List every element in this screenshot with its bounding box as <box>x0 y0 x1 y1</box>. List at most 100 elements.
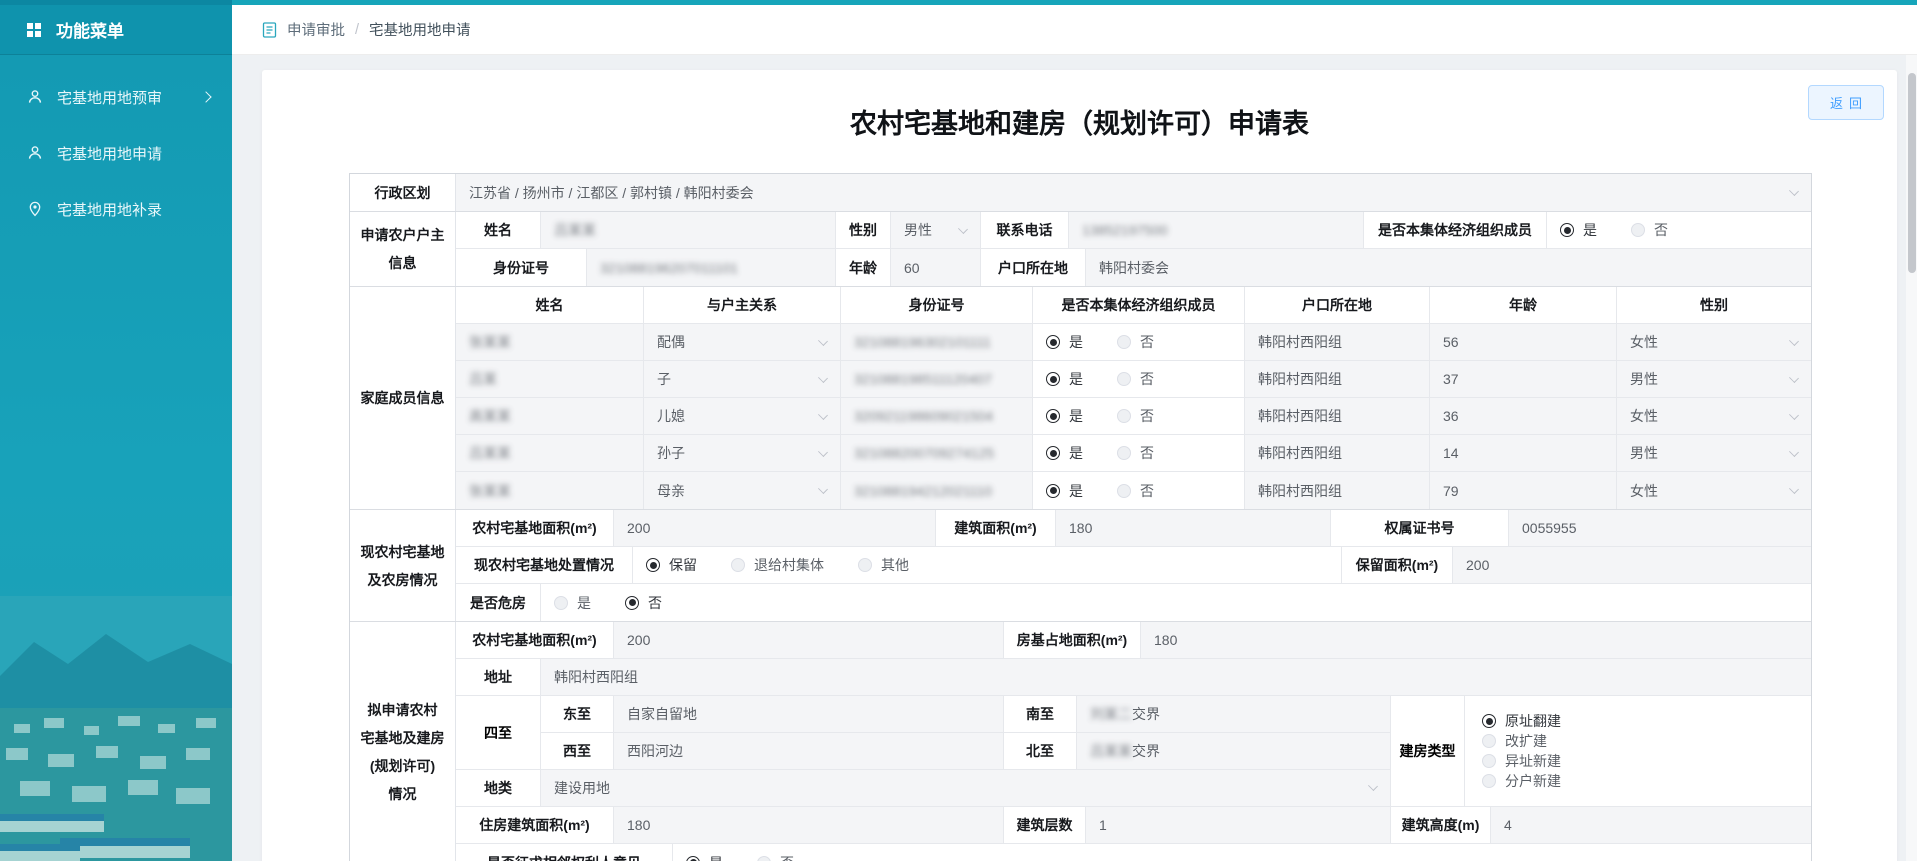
member-place-input[interactable]: 韩阳村西阳组 <box>1245 324 1430 360</box>
radio-label: 退给村集体 <box>754 555 824 575</box>
family-member-row: 张某某 配偶 321088196302101111 是 否 韩阳村西阳组 56 … <box>456 324 1811 361</box>
section-label: 家庭成员信息 <box>350 287 456 509</box>
address-input[interactable]: 韩阳村西阳组 <box>541 659 1811 695</box>
name-value: 吕某某 <box>554 220 596 240</box>
radio-yes[interactable]: 是 <box>1046 369 1083 389</box>
neighbor-consent-label: 是否征求相邻权利人意见 <box>456 844 673 861</box>
sidebar-item-application[interactable]: 宅基地用地申请 <box>0 125 232 181</box>
south-input[interactable]: 刘某二交界 <box>1077 696 1390 732</box>
radio-new-site[interactable]: 异址新建 <box>1482 752 1811 771</box>
east-value: 自家自留地 <box>627 704 697 724</box>
member-gender-select[interactable]: 女性 <box>1617 398 1811 434</box>
section-label: 行政区划 <box>350 174 456 211</box>
member-age-input[interactable]: 79 <box>1430 472 1617 509</box>
member-name-input[interactable]: 吕某 <box>456 361 644 397</box>
radio-yes[interactable]: 是 <box>1560 220 1597 240</box>
build-area-input[interactable]: 180 <box>1056 510 1331 546</box>
radio-no[interactable]: 否 <box>1631 220 1668 240</box>
member-name-input[interactable]: 张某某 <box>456 324 644 360</box>
radio-yes[interactable]: 是 <box>1046 332 1083 352</box>
member-place-input[interactable]: 韩阳村西阳组 <box>1245 472 1430 509</box>
radio-no[interactable]: 否 <box>1117 332 1154 352</box>
age-input[interactable]: 60 <box>891 249 981 286</box>
breadcrumb-item[interactable]: 申请审批 <box>287 19 345 40</box>
member-relation-select[interactable]: 孙子 <box>644 435 841 471</box>
scrollbar-thumb[interactable] <box>1908 73 1916 273</box>
gender-select[interactable]: 男性 <box>891 212 981 248</box>
radio-label: 其他 <box>881 555 909 575</box>
sidebar-item-supplement[interactable]: 宅基地用地补录 <box>0 181 232 237</box>
section-label: 拟申请农村 宅基地及建房 (规划许可) 情况 <box>350 622 456 861</box>
member-gender-select[interactable]: 女性 <box>1617 472 1811 509</box>
radio-no[interactable]: 否 <box>1117 443 1154 463</box>
radio-no[interactable]: 否 <box>1117 369 1154 389</box>
base-area-input[interactable]: 180 <box>1141 622 1811 658</box>
member-place-input[interactable]: 韩阳村西阳组 <box>1245 361 1430 397</box>
radio-label: 否 <box>1654 220 1668 240</box>
radio-yes[interactable]: 是 <box>1046 443 1083 463</box>
north-input[interactable]: 吕某某交界 <box>1077 733 1390 770</box>
member-relation-select[interactable]: 子 <box>644 361 841 397</box>
floors-input[interactable]: 1 <box>1086 807 1391 843</box>
radio-yes[interactable]: 是 <box>554 593 591 613</box>
age-label: 年龄 <box>836 249 891 286</box>
radio-label: 否 <box>1140 443 1154 463</box>
radio-return[interactable]: 退给村集体 <box>731 555 824 575</box>
member-place-input[interactable]: 韩阳村西阳组 <box>1245 435 1430 471</box>
radio-no[interactable]: 否 <box>757 853 794 861</box>
member-id-input[interactable]: 321088198511120407 <box>841 361 1033 397</box>
floor-area-input[interactable]: 180 <box>614 807 1004 843</box>
admin-region-select[interactable]: 江苏省 / 扬州市 / 江都区 / 郭村镇 / 韩阳村委会 <box>456 174 1811 211</box>
area-input[interactable]: 200 <box>614 622 1004 658</box>
member-relation-select[interactable]: 儿媳 <box>644 398 841 434</box>
hukou-input[interactable]: 韩阳村委会 <box>1086 249 1811 286</box>
radio-other[interactable]: 其他 <box>858 555 909 575</box>
member-id-input[interactable]: 321088200709274125 <box>841 435 1033 471</box>
radio-rebuild-on-site[interactable]: 原址翻建 <box>1482 712 1811 731</box>
keep-area-input[interactable]: 200 <box>1453 547 1811 583</box>
radio-keep[interactable]: 保留 <box>646 555 697 575</box>
area-input[interactable]: 200 <box>614 510 936 546</box>
east-input[interactable]: 自家自留地 <box>614 696 1004 732</box>
radio-yes[interactable]: 是 <box>1046 481 1083 501</box>
cert-label: 权属证书号 <box>1331 510 1509 546</box>
height-input[interactable]: 4 <box>1491 807 1811 843</box>
radio-label: 是 <box>577 593 591 613</box>
member-id-input[interactable]: 321088194212021110 <box>841 472 1033 509</box>
radio-yes[interactable]: 是 <box>686 853 723 861</box>
radio-no[interactable]: 否 <box>1117 481 1154 501</box>
radio-renovate-expand[interactable]: 改扩建 <box>1482 732 1811 751</box>
id-input[interactable]: 321088196207011101 <box>587 249 836 286</box>
member-id-input[interactable]: 321088196302101111 <box>841 324 1033 360</box>
member-age-input[interactable]: 37 <box>1430 361 1617 397</box>
land-type-select[interactable]: 建设用地 <box>541 770 1390 806</box>
member-name-input[interactable]: 高某某 <box>456 398 644 434</box>
member-age-input[interactable]: 36 <box>1430 398 1617 434</box>
member-age-input[interactable]: 14 <box>1430 435 1617 471</box>
member-relation-select[interactable]: 配偶 <box>644 324 841 360</box>
member-relation-select[interactable]: 母亲 <box>644 472 841 509</box>
member-name-input[interactable]: 吕某某 <box>456 435 644 471</box>
radio-label: 是 <box>1583 220 1597 240</box>
member-place-input[interactable]: 韩阳村西阳组 <box>1245 398 1430 434</box>
radio-no[interactable]: 否 <box>625 593 662 613</box>
name-input[interactable]: 吕某某 <box>541 212 836 248</box>
gender-label: 性别 <box>836 212 891 248</box>
member-gender-select[interactable]: 男性 <box>1617 361 1811 397</box>
member-gender-select[interactable]: 女性 <box>1617 324 1811 360</box>
grid-menu-icon <box>26 22 42 38</box>
member-name-input[interactable]: 张某某 <box>456 472 644 509</box>
phone-input[interactable]: 13852197500 <box>1069 212 1364 248</box>
member-id-input[interactable]: 320921198609021504 <box>841 398 1033 434</box>
member-gender-select[interactable]: 男性 <box>1617 435 1811 471</box>
sidebar-item-pre-review[interactable]: 宅基地用地预审 <box>0 69 232 125</box>
west-input[interactable]: 西阳河边 <box>614 733 1004 770</box>
col-header: 是否本集体经济组织成员 <box>1033 287 1245 323</box>
radio-yes[interactable]: 是 <box>1046 406 1083 426</box>
radio-split-household[interactable]: 分户新建 <box>1482 772 1811 791</box>
scrollbar-track[interactable] <box>1906 55 1917 861</box>
back-button[interactable]: 返回 <box>1808 85 1884 120</box>
radio-no[interactable]: 否 <box>1117 406 1154 426</box>
member-age-input[interactable]: 56 <box>1430 324 1617 360</box>
cert-input[interactable]: 0055955 <box>1509 510 1811 546</box>
